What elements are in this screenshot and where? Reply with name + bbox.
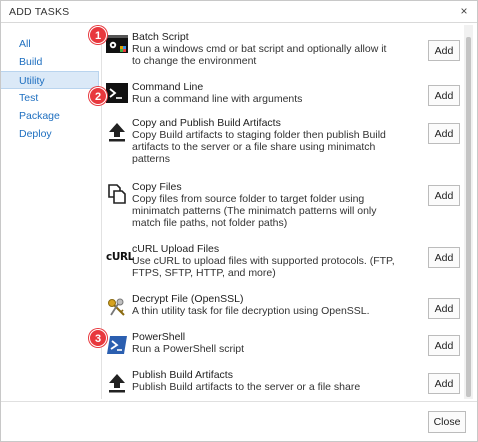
task-name: Decrypt File (OpenSSL): [132, 293, 244, 305]
task-description: Use cURL to upload files with supported …: [132, 255, 395, 279]
task-description: Run a command line with arguments: [132, 93, 303, 105]
powershell-icon: [106, 334, 128, 356]
nav-item-test[interactable]: Test: [1, 89, 99, 107]
nav-item-deploy[interactable]: Deploy: [1, 125, 99, 143]
nav-item-utility[interactable]: Utility: [1, 71, 99, 89]
dialog-title: ADD TASKS: [9, 6, 70, 18]
callout-badge-2: 2: [89, 87, 107, 105]
task-description: Copy files from source folder to target …: [132, 193, 377, 229]
copy-files-icon: [106, 183, 128, 205]
upload-arrow-icon: [106, 121, 128, 143]
task-command-line: Command Line Run a command line with arg…: [102, 81, 464, 109]
task-list-scrollbar[interactable]: [464, 25, 473, 399]
category-nav: All Build Utility Test Package Deploy: [1, 35, 99, 143]
close-icon[interactable]: ×: [457, 4, 471, 18]
add-copy-publish-artifacts-button[interactable]: Add: [428, 123, 460, 144]
task-name: Batch Script: [132, 31, 189, 43]
add-powershell-button[interactable]: Add: [428, 335, 460, 356]
add-command-line-button[interactable]: Add: [428, 85, 460, 106]
add-decrypt-file-button[interactable]: Add: [428, 298, 460, 319]
close-button[interactable]: Close: [428, 411, 466, 433]
task-curl-upload: cURL cURL Upload Files Use cURL to uploa…: [102, 243, 464, 285]
callout-badge-3: 3: [89, 329, 107, 347]
add-batch-script-button[interactable]: Add: [428, 40, 460, 61]
nav-item-package[interactable]: Package: [1, 107, 99, 125]
scrollbar-thumb[interactable]: [466, 37, 471, 397]
add-curl-upload-button[interactable]: Add: [428, 247, 460, 268]
keys-icon: [106, 297, 128, 319]
task-publish-artifacts: Publish Build Artifacts Publish Build ar…: [102, 369, 464, 399]
add-publish-artifacts-button[interactable]: Add: [428, 373, 460, 394]
curl-icon: cURL: [106, 251, 134, 273]
callout-badge-1: 1: [89, 26, 107, 44]
upload-arrow-icon: [106, 372, 128, 394]
add-copy-files-button[interactable]: Add: [428, 185, 460, 206]
task-description: Publish Build artifacts to the server or…: [132, 381, 361, 393]
task-decrypt-file: Decrypt File (OpenSSL) A thin utility ta…: [102, 293, 464, 329]
nav-item-all[interactable]: All: [1, 35, 99, 53]
task-copy-publish-artifacts: Copy and Publish Build Artifacts Copy Bu…: [102, 117, 464, 167]
dialog-footer: Close: [1, 401, 477, 441]
task-name: Publish Build Artifacts: [132, 369, 233, 381]
task-name: cURL Upload Files: [132, 243, 220, 255]
task-list: Batch Script Run a windows cmd or bat sc…: [101, 25, 464, 399]
task-description: Run a PowerShell script: [132, 343, 245, 355]
task-description: A thin utility task for file decryption …: [132, 305, 370, 317]
batch-script-icon: [106, 33, 128, 55]
task-description: Run a windows cmd or bat script and opti…: [132, 43, 387, 67]
task-name: Copy and Publish Build Artifacts: [132, 117, 281, 129]
task-name: PowerShell: [132, 331, 186, 343]
task-name: Command Line: [132, 81, 204, 93]
task-powershell: PowerShell Run a PowerShell script Add: [102, 331, 464, 361]
command-line-icon: [106, 82, 128, 104]
nav-item-build[interactable]: Build: [1, 53, 99, 71]
task-description: Copy Build artifacts to staging folder t…: [132, 129, 386, 165]
add-tasks-dialog: ADD TASKS × All Build Utility Test Packa…: [0, 0, 478, 442]
task-name: Copy Files: [132, 181, 182, 193]
task-copy-files: Copy Files Copy files from source folder…: [102, 181, 464, 233]
curl-icon-text: cURL: [106, 251, 134, 263]
task-batch-script: Batch Script Run a windows cmd or bat sc…: [102, 31, 464, 71]
dialog-titlebar: ADD TASKS ×: [1, 1, 477, 23]
